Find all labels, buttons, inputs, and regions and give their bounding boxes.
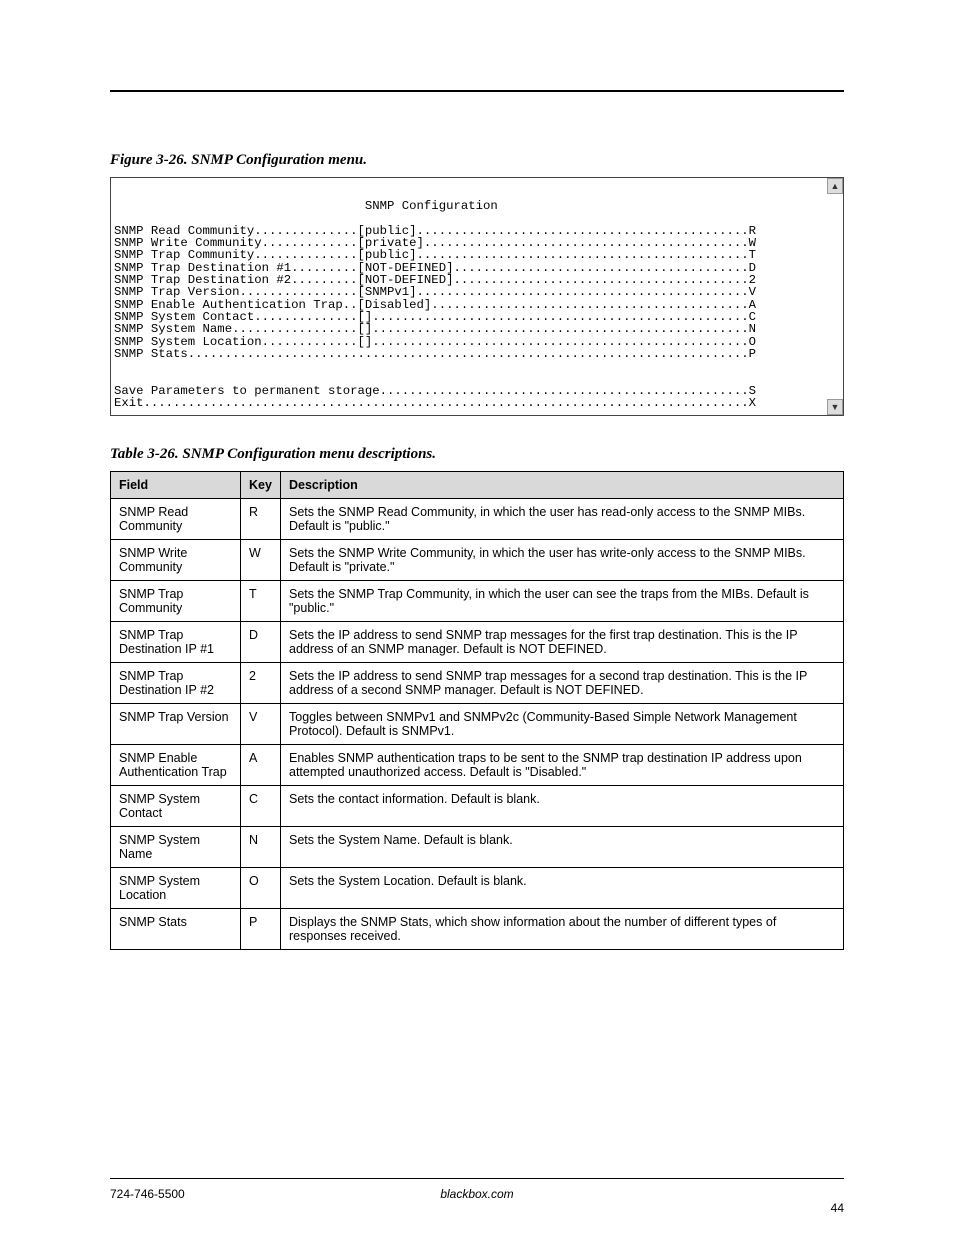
table-row: SNMP Trap Destination IP #1DSets the IP … — [111, 622, 844, 663]
cell-key: C — [241, 786, 281, 827]
cell-key: R — [241, 499, 281, 540]
cell-field: SNMP Trap Destination IP #1 — [111, 622, 241, 663]
cell-desc: Sets the System Location. Default is bla… — [281, 868, 844, 909]
scroll-down-icon[interactable]: ▼ — [827, 399, 843, 415]
cell-desc: Sets the contact information. Default is… — [281, 786, 844, 827]
page-footer: 724-746-5500 blackbox.com 44 — [110, 1187, 844, 1201]
th-field: Field — [111, 472, 241, 499]
footer-left: 724-746-5500 — [110, 1187, 185, 1201]
table-row: SNMP Write CommunityWSets the SNMP Write… — [111, 540, 844, 581]
cell-key: O — [241, 868, 281, 909]
scroll-up-icon[interactable]: ▲ — [827, 178, 843, 194]
bottom-rule — [110, 1178, 844, 1179]
cell-field: SNMP Read Community — [111, 499, 241, 540]
cell-key: D — [241, 622, 281, 663]
cell-desc: Sets the IP address to send SNMP trap me… — [281, 663, 844, 704]
table-row: SNMP Trap VersionVToggles between SNMPv1… — [111, 704, 844, 745]
cell-key: A — [241, 745, 281, 786]
cell-desc: Sets the System Name. Default is blank. — [281, 827, 844, 868]
cell-key: N — [241, 827, 281, 868]
cell-desc: Sets the SNMP Write Community, in which … — [281, 540, 844, 581]
cell-field: SNMP Enable Authentication Trap — [111, 745, 241, 786]
th-desc: Description — [281, 472, 844, 499]
cell-field: SNMP System Location — [111, 868, 241, 909]
table-row: SNMP System ContactCSets the contact inf… — [111, 786, 844, 827]
footer-right: 44 — [831, 1201, 844, 1215]
cell-key: V — [241, 704, 281, 745]
cell-field: SNMP Trap Community — [111, 581, 241, 622]
cell-key: T — [241, 581, 281, 622]
cell-desc: Sets the SNMP Trap Community, in which t… — [281, 581, 844, 622]
footer-center: blackbox.com — [110, 1187, 844, 1201]
cell-desc: Sets the IP address to send SNMP trap me… — [281, 622, 844, 663]
cell-desc: Enables SNMP authentication traps to be … — [281, 745, 844, 786]
figure-caption: Figure 3-26. SNMP Configuration menu. — [110, 152, 844, 169]
table-caption: Table 3-26. SNMP Configuration menu desc… — [110, 446, 844, 463]
cell-desc: Displays the SNMP Stats, which show info… — [281, 909, 844, 950]
cell-key: 2 — [241, 663, 281, 704]
top-rule — [110, 90, 844, 92]
table-row: SNMP System LocationOSets the System Loc… — [111, 868, 844, 909]
table-row: SNMP Read CommunityRSets the SNMP Read C… — [111, 499, 844, 540]
table-row: SNMP Trap CommunityTSets the SNMP Trap C… — [111, 581, 844, 622]
table-row: SNMP Enable Authentication TrapAEnables … — [111, 745, 844, 786]
table-row: SNMP System NameNSets the System Name. D… — [111, 827, 844, 868]
config-table: Field Key Description SNMP Read Communit… — [110, 471, 844, 950]
cell-field: SNMP Trap Version — [111, 704, 241, 745]
terminal-content: SNMP Configuration SNMP Read Community..… — [113, 180, 841, 413]
cell-field: SNMP System Contact — [111, 786, 241, 827]
terminal-window: ▲ SNMP Configuration SNMP Read Community… — [110, 177, 844, 416]
cell-field: SNMP Write Community — [111, 540, 241, 581]
cell-desc: Sets the SNMP Read Community, in which t… — [281, 499, 844, 540]
th-key: Key — [241, 472, 281, 499]
table-row: SNMP StatsPDisplays the SNMP Stats, whic… — [111, 909, 844, 950]
cell-desc: Toggles between SNMPv1 and SNMPv2c (Comm… — [281, 704, 844, 745]
cell-field: SNMP System Name — [111, 827, 241, 868]
table-row: SNMP Trap Destination IP #22Sets the IP … — [111, 663, 844, 704]
cell-key: W — [241, 540, 281, 581]
cell-key: P — [241, 909, 281, 950]
cell-field: SNMP Stats — [111, 909, 241, 950]
cell-field: SNMP Trap Destination IP #2 — [111, 663, 241, 704]
